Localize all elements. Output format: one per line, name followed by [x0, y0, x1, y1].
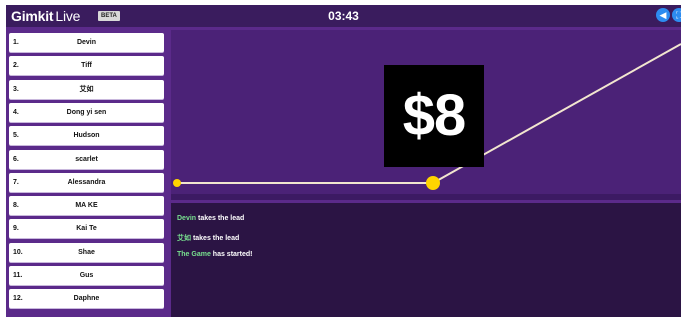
fullscreen-icon: ⛶ [675, 10, 681, 20]
leaderboard-row: Shae 10. [9, 242, 164, 262]
leaderboard-row: Daphne 12. [9, 289, 164, 309]
feed-text: takes the lead [196, 215, 245, 222]
leaderboard-row: 艾如 3. [9, 79, 164, 99]
game-screen: Gimkit Live BETA 03:43 ◀ ⛶ Devin 1. Tiff 2. 艾… [6, 5, 681, 317]
activity-feed: Devin takes the lead 艾如 takes the lead The… [171, 203, 681, 317]
leaderboard-player-name: Tiff [81, 62, 92, 70]
leaderboard-rank: 1. [13, 39, 19, 46]
leaderboard-player-name: Kai Te [76, 225, 97, 233]
leaderboard-rank: 11. [13, 272, 23, 279]
leaderboard-player-name: Hudson [73, 132, 100, 140]
leaderboard-rank: 5. [13, 132, 19, 140]
feed-actor: Devin [177, 215, 197, 222]
leaderboard-rank: 8. [13, 202, 19, 210]
chart-current-dot [426, 176, 440, 190]
leaderboard-row: Tiff 2. [9, 56, 164, 76]
leaderboard-row: Gus 11. [9, 266, 164, 285]
game-timer: 03:43 [328, 9, 359, 23]
leaderboard: Devin 1. Tiff 2. 艾如 3. Dong yi sen 4. Hudson 5. sc… [6, 30, 168, 317]
leaderboard-row: Devin 1. [9, 33, 164, 52]
leaderboard-rank: 4. [13, 108, 19, 116]
fullscreen-button[interactable]: ⛶ [672, 8, 681, 22]
sound-icon: ◀ [659, 10, 667, 20]
feed-item: The Game has started! [177, 251, 252, 258]
leaderboard-row: Kai Te 9. [9, 219, 164, 239]
feed-text: takes the lead [191, 235, 240, 242]
chart-start-dot [173, 179, 181, 187]
leaderboard-row: Alessandra 7. [9, 172, 164, 192]
leaderboard-player-name: MA KE [75, 202, 98, 210]
leaderboard-player-name: Alessandra [67, 178, 106, 186]
leaderboard-player-name: Daphne [73, 295, 100, 303]
leaderboard-rank: 12. [13, 295, 23, 303]
leaderboard-player-name: scarlet [75, 155, 98, 163]
leaderboard-rank: 3. [13, 85, 19, 93]
leaderboard-rank: 7. [13, 178, 19, 186]
feed-actor: The Game [177, 251, 211, 258]
cash-chart-panel: $8 [171, 30, 681, 200]
leaderboard-rank: 10. [13, 248, 23, 256]
feed-item: 艾如 takes the lead [177, 233, 239, 243]
leaderboard-row: Hudson 5. [9, 126, 164, 146]
leaderboard-rank: 2. [13, 62, 19, 70]
leaderboard-player-name: 艾如 [79, 85, 94, 93]
leaderboard-player-name: Gus [79, 272, 94, 279]
leaderboard-row: MA KE 8. [9, 196, 164, 216]
leaderboard-player-name: Dong yi sen [66, 108, 107, 116]
leaderboard-player-name: Shae [78, 248, 95, 256]
top-bar: Gimkit Live BETA 03:43 ◀ ⛶ [6, 5, 681, 27]
feed-actor: 艾如 [177, 235, 191, 242]
feed-text: has started! [210, 251, 253, 258]
leaderboard-row: Dong yi sen 4. [9, 102, 164, 122]
leaderboard-rank: 9. [13, 225, 19, 233]
leaderboard-row: scarlet 6. [9, 149, 164, 169]
leaderboard-player-name: Devin [76, 39, 97, 46]
sound-button[interactable]: ◀ [656, 8, 670, 22]
feed-item: Devin takes the lead [177, 215, 244, 222]
leaderboard-rank: 6. [13, 155, 19, 163]
cash-display: $8 [384, 65, 484, 167]
